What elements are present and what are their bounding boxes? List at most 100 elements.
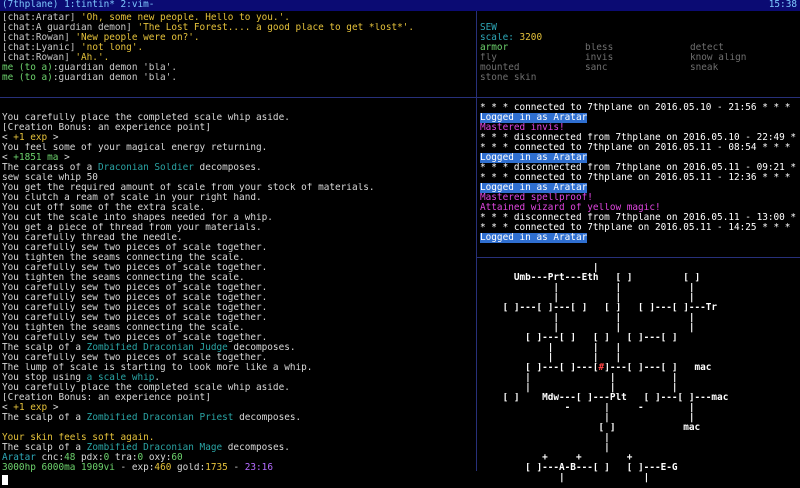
terminal-line: 3000hp 6000ma 1909vi - exp:460 gold:1735… (2, 463, 474, 473)
text-segment: | | (480, 413, 695, 423)
affect-item: armor (480, 43, 509, 53)
chat-pane[interactable]: [chat:Aratar] 'Oh, some new people. Hell… (2, 13, 474, 83)
text-segment: Umb---Prt---Eth [ ] [ ] (480, 273, 701, 283)
text-segment: You carefully thread the needle. (2, 233, 183, 243)
terminal-line: * * * connected to 7thplane on 2016.05.1… (480, 173, 798, 183)
terminal-line: [chat:Rowan] 'Ah.'. (2, 53, 474, 63)
clock: 15:38 (768, 0, 797, 10)
terminal-line: The scalp of a Zombified Draconian Pries… (2, 413, 474, 423)
terminal-line: You get the required amount of scale fro… (2, 183, 474, 193)
text-segment: Logged in as Aratar (480, 183, 588, 193)
text-segment: You carefully sew two pieces of scale to… (2, 303, 268, 313)
scale-readout: scale: 3200 (480, 33, 798, 43)
terminal-line: The scalp of a Zombified Draconian Mage … (2, 443, 474, 453)
terminal-line: You tighten the seams connecting the sca… (2, 273, 474, 283)
text-segment: - exp: (114, 463, 155, 473)
terminal-line: < +1 exp > (2, 403, 474, 413)
terminal-line: * * * connected to 7thplane on 2016.05.1… (480, 223, 798, 233)
terminal-line: | | | (480, 313, 798, 323)
status-pane: SEW scale: 3200 armor bless detect fly invis… (480, 23, 798, 83)
affect-item: stone skin (480, 73, 537, 83)
terminal-line: | | | (480, 323, 798, 333)
text-segment: The scalp of a (2, 413, 87, 423)
text-segment: You carefully sew two pieces of scale to… (2, 353, 268, 363)
terminal-line: The lump of scale is starting to look mo… (2, 363, 474, 373)
terminal-line: < +1 exp > (2, 133, 474, 143)
affect-item: bless (585, 43, 614, 53)
terminal-line: [ ]---A-B---[ ] [ ]---E-G (480, 463, 798, 473)
scale-label: scale: (480, 33, 520, 43)
terminal-line: | (480, 263, 798, 273)
terminal-line: You carefully sew two pieces of scale to… (2, 293, 474, 303)
text-segment: Mastered spellproof! (480, 193, 593, 203)
text-segment: Logged in as Aratar (480, 233, 588, 243)
pane-divider-log[interactable] (477, 257, 800, 258)
text-segment: Logged in as Aratar (480, 113, 588, 123)
pane-divider-status[interactable] (477, 97, 800, 98)
terminal-line: You clutch a ream of scale in your right… (2, 193, 474, 203)
text-segment: You carefully sew two pieces of scale to… (2, 313, 268, 323)
text-segment: [chat:Aratar] (2, 13, 82, 23)
text-segment: | (480, 433, 610, 443)
text-segment: * * * connected to 7thplane on 2016.05.1… (480, 223, 791, 233)
text-segment: decomposes. (222, 443, 290, 453)
text-segment: sew scale whip 50 (2, 173, 98, 183)
terminal-line: [ ] Mdw---[ ]---Plt [ ]---[ ]---mac (480, 393, 798, 403)
text-segment: < (2, 403, 14, 413)
terminal-line: < +1851 ma > (2, 153, 474, 163)
terminal-line: Aratar cnc:48 pdx:0 tra:0 oxy:60 (2, 453, 474, 463)
terminal-line: Mastered invis! (480, 123, 798, 133)
terminal-line: You cut the scale into shapes needed for… (2, 213, 474, 223)
text-segment: me (to a) (2, 63, 53, 73)
terminal-line: | | | (480, 353, 798, 363)
terminal-line: * * * disconnected from 7thplane on 2016… (480, 213, 798, 223)
input-cursor[interactable] (2, 475, 8, 485)
text-segment: | | | (480, 383, 678, 393)
terminal-line: * * * connected to 7thplane on 2016.05.1… (480, 103, 798, 113)
text-segment: > (47, 133, 59, 143)
status-title: SEW (480, 23, 497, 33)
pane-divider-chat[interactable] (0, 97, 476, 98)
terminal-line: [chat:Aratar] 'Oh, some new people. Hell… (2, 13, 474, 23)
terminal-line: You carefully place the completed scale … (2, 383, 474, 393)
text-segment: You carefully sew two pieces of scale to… (2, 263, 268, 273)
terminal-line: | | | (480, 293, 798, 303)
terminal-line: * * * disconnected from 7thplane on 2016… (480, 163, 798, 173)
text-segment: < (2, 133, 14, 143)
text-segment: decomposes. (233, 413, 302, 423)
terminal-line: You carefully sew two pieces of scale to… (2, 333, 474, 343)
terminal-line: Umb---Prt---Eth [ ] [ ] (480, 273, 798, 283)
text-segment: Your skin feels soft again. (2, 433, 155, 443)
text-segment: < (2, 153, 14, 163)
text-segment: You tighten the seams connecting the sca… (2, 253, 245, 263)
text-segment: tra: (109, 453, 138, 463)
text-segment: gold: (171, 463, 206, 473)
terminal-line: You stop using a scale whip. (2, 373, 474, 383)
affect-item (690, 73, 798, 83)
window-list[interactable]: (7thplane) 1:tintin* 2:vim- (2, 0, 154, 10)
text-segment: 460 (154, 463, 172, 473)
pane-divider-vertical[interactable] (476, 11, 477, 471)
text-segment: :guardian demon 'bla'. (52, 63, 177, 73)
text-segment: Zombified Draconian Judge (86, 343, 228, 353)
main-output-pane[interactable]: You carefully place the completed scale … (2, 103, 474, 453)
text-segment: You carefully sew two pieces of scale to… (2, 333, 268, 343)
prompt-status: Aratar cnc:48 pdx:0 tra:0 oxy:60 3000hp 6… (2, 453, 474, 473)
text-segment: You carefully place the completed scale … (2, 113, 290, 123)
terminal-line: [ ] mac (480, 423, 798, 433)
terminal-line: You carefully thread the needle. (2, 233, 474, 243)
text-segment: 60 (171, 453, 183, 463)
text-segment: decomposes. (227, 343, 296, 353)
text-segment: | (480, 443, 610, 453)
terminal-line: You carefully sew two pieces of scale to… (2, 263, 474, 273)
text-segment: 'New people were on?'. (75, 33, 200, 43)
terminal-line: You get a piece of thread from your mate… (2, 223, 474, 233)
affect-item: sanc (585, 63, 608, 73)
text-segment: | | | (480, 353, 622, 363)
session-log-pane[interactable]: * * * connected to 7thplane on 2016.05.1… (480, 103, 798, 243)
text-segment: [Creation Bonus: an experience point] (2, 393, 211, 403)
text-segment: 1909vi (81, 463, 115, 473)
tmux-status-bar: (7thplane) 1:tintin* 2:vim- 15:38 (0, 0, 800, 11)
text-segment: [chat:Rowan] (2, 53, 76, 63)
